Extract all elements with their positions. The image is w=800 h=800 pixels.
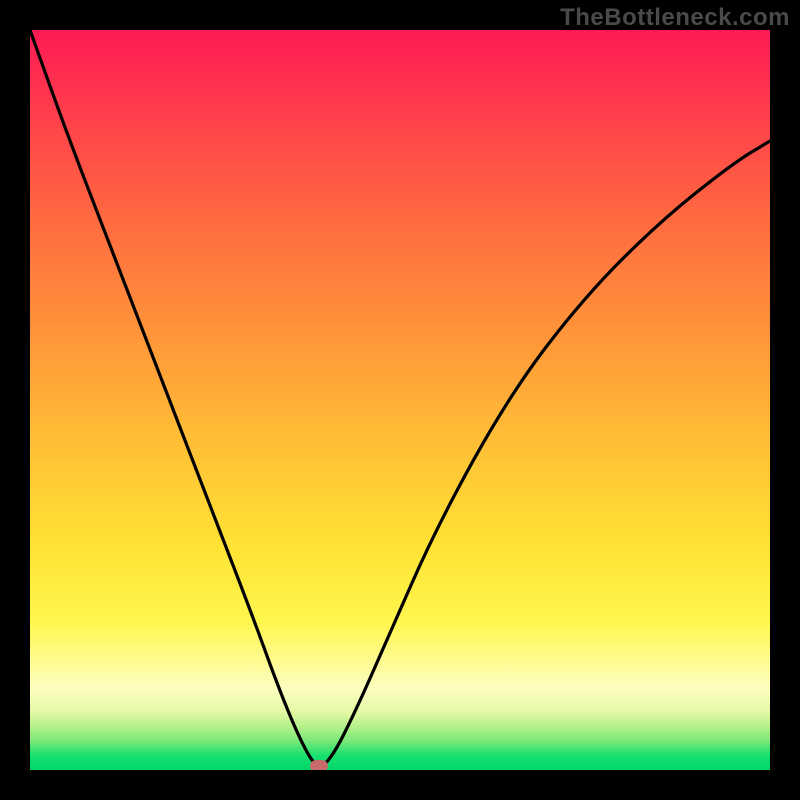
chart-frame: TheBottleneck.com — [0, 0, 800, 800]
bottleneck-curve — [30, 30, 770, 770]
watermark-text: TheBottleneck.com — [560, 4, 790, 32]
optimal-marker — [310, 760, 328, 770]
plot-area — [30, 30, 770, 770]
